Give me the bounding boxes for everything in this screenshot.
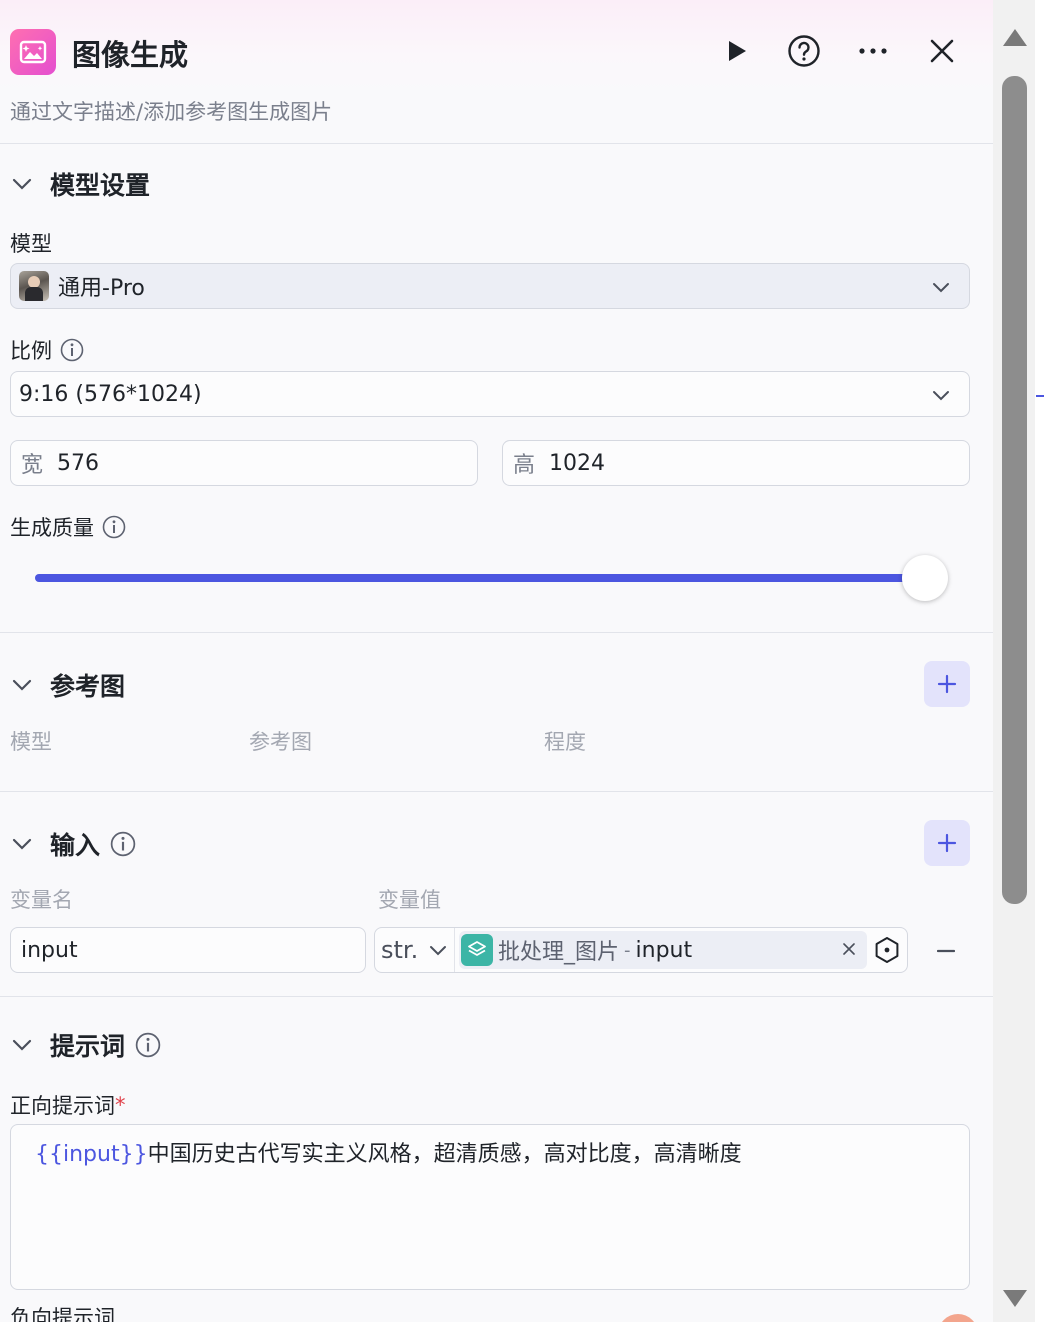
image-sparkle-icon — [10, 29, 56, 75]
section-title: 参考图 — [50, 672, 126, 701]
required-mark: * — [115, 1093, 126, 1117]
width-prefix: 宽 — [21, 453, 44, 478]
more-button[interactable] — [853, 30, 893, 72]
divider — [0, 996, 993, 997]
section-model-settings-toggle[interactable]: 模型设置 — [10, 166, 150, 202]
minus-icon — [937, 949, 955, 953]
quality-label: 生成质量 — [10, 512, 126, 542]
run-button[interactable] — [716, 30, 756, 72]
ratio-value: 9:16 (576*1024) — [19, 381, 202, 407]
section-reference-toggle[interactable]: 参考图 — [10, 667, 125, 703]
info-icon[interactable] — [135, 1032, 161, 1058]
play-icon — [729, 41, 746, 61]
variable-mode-icon[interactable] — [873, 936, 901, 964]
chevron-down-icon — [10, 832, 34, 856]
quality-slider-fill — [35, 574, 925, 582]
divider — [0, 143, 993, 144]
var-name-input[interactable]: input — [10, 927, 366, 973]
help-icon — [788, 35, 820, 67]
var-type-select[interactable]: str. — [375, 928, 455, 972]
ratio-label: 比例 — [10, 335, 84, 365]
remove-input-button[interactable] — [930, 940, 962, 962]
section-title: 输入 — [50, 831, 101, 860]
quality-slider-track[interactable] — [35, 574, 925, 582]
prompt-text: 中国历史古代写实主义风格，超清质感，高对比度，高清晰度 — [147, 1142, 742, 1167]
divider — [0, 632, 993, 633]
ref-var-name: input — [635, 937, 693, 963]
plus-icon — [937, 674, 957, 694]
height-input[interactable]: 高 1024 — [502, 440, 970, 486]
height-value: 1024 — [549, 450, 606, 476]
column-header-model: 模型 — [10, 730, 52, 754]
section-title: 提示词 — [50, 1032, 126, 1061]
floating-avatar[interactable] — [938, 1314, 978, 1322]
scroll-down-arrow-icon[interactable] — [1001, 1286, 1029, 1310]
node-description: 通过文字描述/添加参考图生成图片 — [10, 100, 333, 124]
section-prompt-toggle[interactable]: 提示词 — [10, 1027, 161, 1063]
chevron-down-icon — [10, 172, 34, 196]
node-config-panel: 图像生成 通过文字描述/添加参考图生成图片 模型设置 模型 通用-Pro 比例 … — [0, 0, 993, 1322]
positive-prompt-label: 正向提示词 * — [10, 1090, 126, 1120]
height-prefix: 高 — [513, 453, 536, 478]
info-icon[interactable] — [102, 515, 126, 539]
edge-indicator — [1036, 395, 1044, 397]
model-select[interactable]: 通用-Pro — [10, 263, 970, 309]
batch-layers-icon — [461, 934, 493, 966]
column-header-var-name: 变量名 — [10, 888, 73, 912]
scroll-up-arrow-icon[interactable] — [1001, 26, 1029, 50]
quality-label-text: 生成质量 — [10, 516, 94, 540]
model-label: 模型 — [10, 228, 52, 258]
ref-node-name: 批处理_图片 — [498, 940, 620, 965]
prompt-template-variable: {{input}} — [35, 1142, 148, 1167]
chevron-down-icon — [10, 1033, 34, 1057]
positive-prompt-label-text: 正向提示词 — [10, 1094, 115, 1118]
positive-prompt-textarea[interactable]: {{input}}中国历史古代写实主义风格，超清质感，高对比度，高清晰度 — [10, 1124, 970, 1290]
ratio-select[interactable]: 9:16 (576*1024) — [10, 371, 970, 417]
panel-header: 图像生成 — [0, 0, 993, 92]
model-avatar — [19, 271, 49, 301]
close-icon[interactable] — [839, 939, 859, 959]
node-title: 图像生成 — [72, 38, 189, 72]
negative-prompt-label: 负向提示词 — [10, 1302, 115, 1322]
close-button[interactable] — [922, 30, 962, 72]
var-name-value: input — [21, 937, 78, 963]
section-input-toggle[interactable]: 输入 — [10, 826, 136, 862]
close-icon — [930, 39, 954, 63]
column-header-var-value: 变量值 — [378, 888, 441, 912]
ref-separator: - — [624, 939, 631, 961]
more-icon — [859, 48, 887, 54]
info-icon[interactable] — [110, 831, 136, 857]
add-input-button[interactable] — [924, 820, 970, 866]
negative-prompt-label-text: 负向提示词 — [10, 1306, 115, 1322]
model-value: 通用-Pro — [58, 276, 145, 301]
var-reference-chip[interactable]: 批处理_图片 - input — [459, 931, 867, 969]
scrollbar-thumb[interactable] — [1002, 76, 1027, 904]
var-value-field: str. 批处理_图片 - input — [374, 927, 908, 973]
chevron-down-icon — [933, 283, 949, 293]
column-header-strength: 程度 — [544, 730, 586, 754]
width-input[interactable]: 宽 576 — [10, 440, 478, 486]
help-button[interactable] — [784, 30, 824, 72]
section-title: 模型设置 — [50, 171, 151, 200]
var-type-value: str. — [381, 936, 419, 964]
ratio-label-text: 比例 — [10, 339, 52, 363]
plus-icon — [937, 833, 957, 853]
chevron-down-icon — [933, 391, 949, 401]
add-reference-button[interactable] — [924, 661, 970, 707]
width-value: 576 — [57, 450, 100, 476]
chevron-down-icon — [430, 946, 447, 956]
model-label-text: 模型 — [10, 232, 52, 256]
chevron-down-icon — [10, 673, 34, 697]
info-icon[interactable] — [60, 338, 84, 362]
quality-slider-thumb[interactable] — [902, 555, 948, 601]
divider — [0, 791, 993, 792]
column-header-reference: 参考图 — [249, 730, 312, 754]
